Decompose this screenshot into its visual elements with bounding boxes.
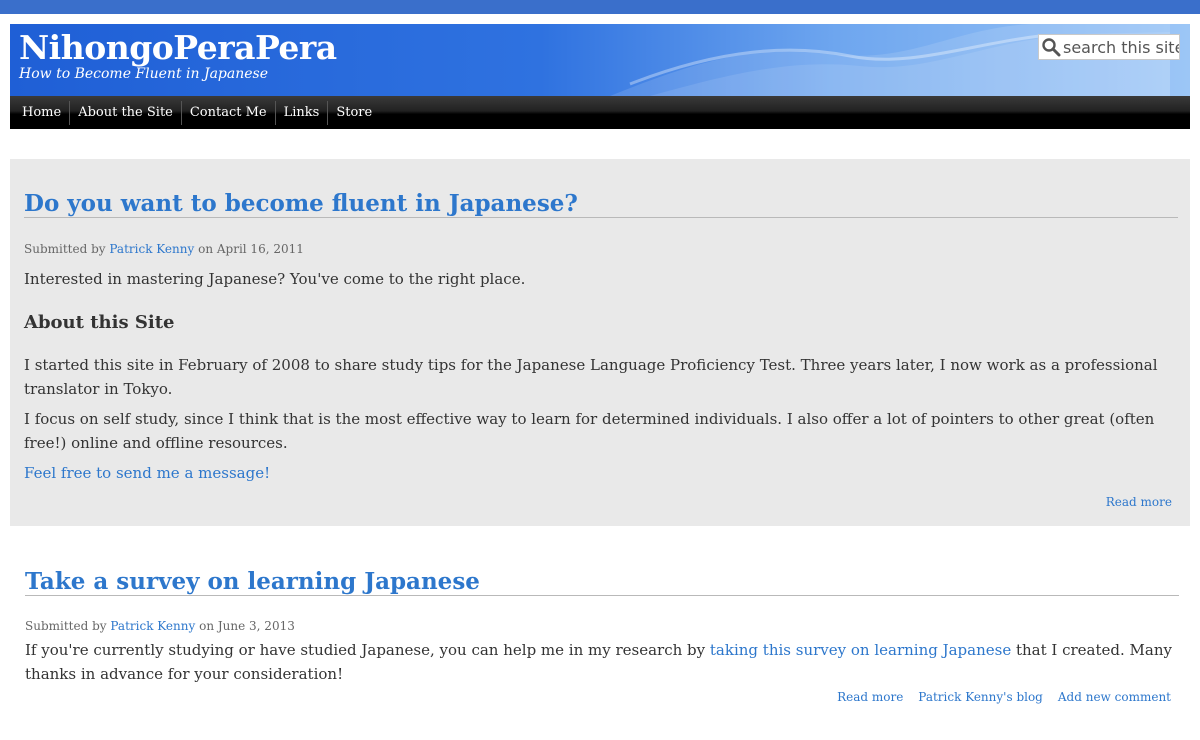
- nav-links[interactable]: Links: [276, 100, 329, 125]
- post-meta: Submitted by Patrick Kenny on June 3, 20…: [25, 619, 295, 633]
- main-nav: Home About the Site Contact Me Links Sto…: [10, 96, 1190, 129]
- blog-link[interactable]: Patrick Kenny's blog: [918, 690, 1043, 704]
- message-link[interactable]: Feel free to send me a message!: [24, 461, 270, 485]
- nav-store[interactable]: Store: [328, 101, 380, 125]
- post-intro: Interested in mastering Japanese? You've…: [24, 270, 526, 288]
- section-heading: About this Site: [24, 312, 175, 333]
- search-icon: [1042, 38, 1061, 57]
- post-title[interactable]: Do you want to become fluent in Japanese…: [24, 190, 578, 217]
- site-name-link[interactable]: NihongoPeraPera: [19, 28, 337, 67]
- nav-about[interactable]: About the Site: [70, 100, 182, 125]
- search-input[interactable]: [1063, 37, 1179, 57]
- post-links: Read more Patrick Kenny's blog Add new c…: [837, 690, 1171, 704]
- post-featured: Do you want to become fluent in Japanese…: [10, 159, 1190, 526]
- site-slogan: How to Become Fluent in Japanese: [19, 66, 268, 82]
- post-links: Read more: [1106, 495, 1172, 509]
- survey-link[interactable]: taking this survey on learning Japanese: [710, 641, 1011, 659]
- search-box[interactable]: [1038, 34, 1180, 60]
- read-more-link[interactable]: Read more: [837, 690, 903, 704]
- post-date: on June 3, 2013: [199, 619, 295, 633]
- top-bar: [0, 0, 1200, 14]
- author-link[interactable]: Patrick Kenny: [110, 619, 195, 633]
- post-paragraph: I focus on self study, since I think tha…: [24, 410, 1155, 452]
- nav-contact[interactable]: Contact Me: [182, 100, 276, 125]
- post-meta: Submitted by Patrick Kenny on April 16, …: [24, 242, 304, 256]
- title-divider: [24, 217, 1178, 218]
- body-text-start: If you're currently studying or have stu…: [25, 641, 710, 659]
- add-comment-link[interactable]: Add new comment: [1058, 690, 1171, 704]
- author-link[interactable]: Patrick Kenny: [109, 242, 194, 256]
- submitted-prefix: Submitted by: [25, 619, 107, 633]
- post-title[interactable]: Take a survey on learning Japanese: [25, 568, 480, 595]
- read-more-link[interactable]: Read more: [1106, 495, 1172, 509]
- post-date: on April 16, 2011: [198, 242, 304, 256]
- site-header: NihongoPeraPera How to Become Fluent in …: [10, 24, 1190, 96]
- post-body: If you're currently studying or have stu…: [25, 638, 1175, 686]
- post-survey: Take a survey on learning Japanese Submi…: [10, 558, 1190, 728]
- nav-home[interactable]: Home: [14, 100, 71, 125]
- post-paragraph: I started this site in February of 2008 …: [24, 356, 1158, 398]
- title-divider: [25, 595, 1179, 596]
- submitted-prefix: Submitted by: [24, 242, 106, 256]
